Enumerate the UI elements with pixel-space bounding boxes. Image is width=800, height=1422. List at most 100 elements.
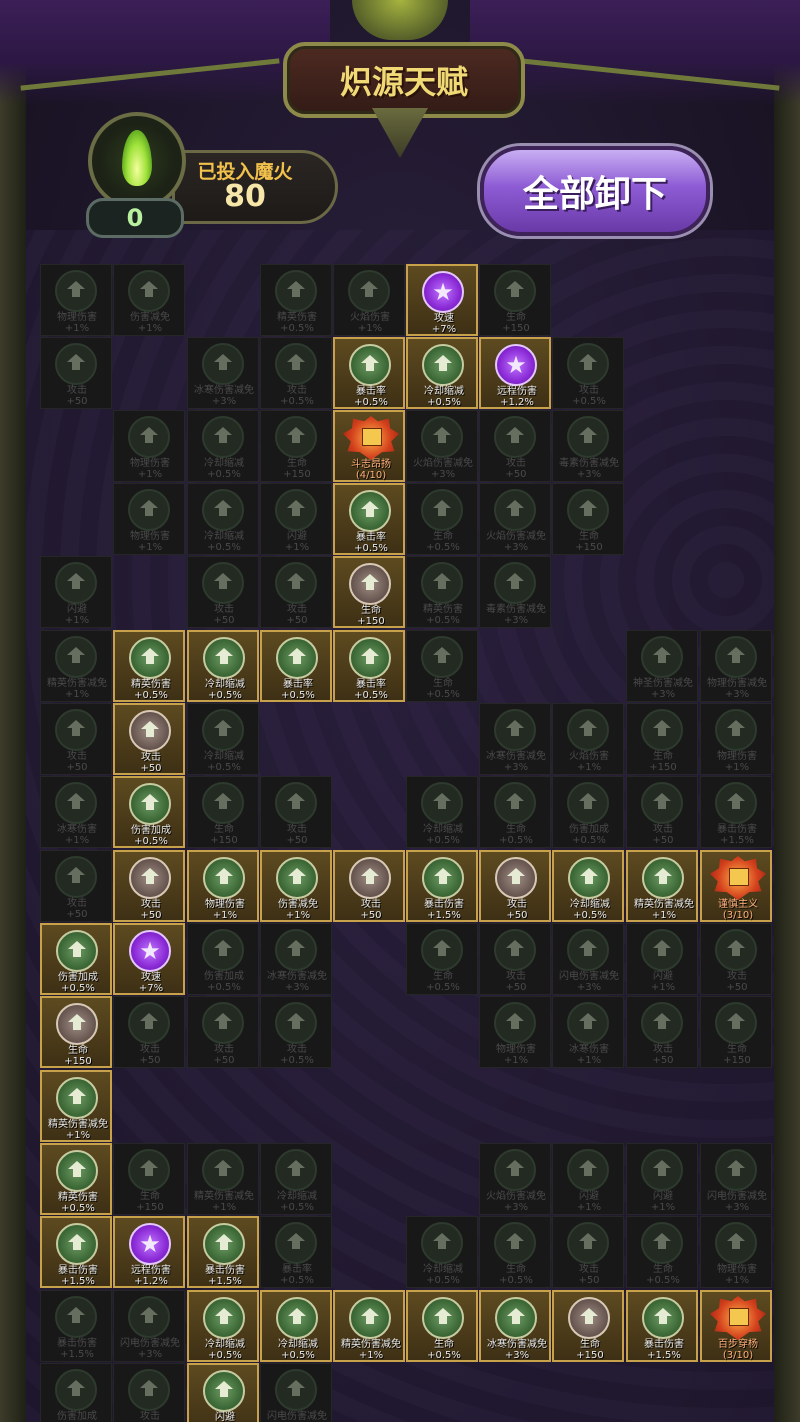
talent-node-t30[interactable]: 生命 +150 <box>333 556 405 628</box>
talent-node-t83[interactable]: 生命 +150 <box>700 996 772 1068</box>
talent-node-t56[interactable]: 暴击伤害 +1.5% <box>700 776 772 848</box>
talent-node-t59[interactable]: 物理伤害 +1% <box>187 850 259 922</box>
talent-node-t22[interactable]: 闪避 +1% <box>260 483 332 555</box>
talent-node-t29[interactable]: 攻击 +50 <box>260 556 332 628</box>
talent-node-t68[interactable]: ★ 攻速 +7% <box>113 923 185 995</box>
talent-node-t27[interactable]: 闪避 +1% <box>40 556 112 628</box>
talent-node-t32[interactable]: 毒素伤害减免 +3% <box>479 556 551 628</box>
talent-node-t49[interactable]: 伤害加成 +0.5% <box>113 776 185 848</box>
talent-node-t114[interactable]: 闪避 <box>187 1363 259 1422</box>
talent-node-t50[interactable]: 生命 +150 <box>187 776 259 848</box>
talent-node-t14[interactable]: 冷却缩减 +0.5% <box>187 410 259 482</box>
talent-node-t66[interactable]: 谨慎主义 (3/10) <box>700 850 772 922</box>
talent-node-t60[interactable]: 伤害减免 +1% <box>260 850 332 922</box>
talent-node-t45[interactable]: 火焰伤害 +1% <box>552 703 624 775</box>
talent-node-t53[interactable]: 生命 +0.5% <box>479 776 551 848</box>
talent-node-t5[interactable]: 生命 +150 <box>479 264 551 336</box>
talent-node-t103[interactable]: 闪电伤害减免 +3% <box>113 1290 185 1362</box>
talent-node-t15[interactable]: 生命 +150 <box>260 410 332 482</box>
talent-node-t4[interactable]: ★ 攻速 +7% <box>406 264 478 336</box>
talent-node-t46[interactable]: 生命 +150 <box>626 703 698 775</box>
talent-node-t58[interactable]: 攻击 +50 <box>113 850 185 922</box>
talent-node-t77[interactable]: 攻击 +50 <box>113 996 185 1068</box>
talent-node-t106[interactable]: 精英伤害减免 +1% <box>333 1290 405 1362</box>
talent-node-t9[interactable]: 暴击率 +0.5% <box>333 337 405 409</box>
talent-node-t80[interactable]: 物理伤害 +1% <box>479 996 551 1068</box>
talent-node-t24[interactable]: 生命 +0.5% <box>406 483 478 555</box>
talent-node-t12[interactable]: 攻击 +0.5% <box>552 337 624 409</box>
talent-node-t102[interactable]: 暴击伤害 +1.5% <box>40 1290 112 1362</box>
talent-node-t25[interactable]: 火焰伤害减免 +3% <box>479 483 551 555</box>
talent-node-t91[interactable]: 闪避 +1% <box>626 1143 698 1215</box>
talent-node-t99[interactable]: 攻击 +50 <box>552 1216 624 1288</box>
talent-node-t19[interactable]: 毒素伤害减免 +3% <box>552 410 624 482</box>
talent-node-t13[interactable]: 物理伤害 +1% <box>113 410 185 482</box>
talent-node-t111[interactable]: 百步穿杨 (3/10) <box>700 1290 772 1362</box>
talent-node-t74[interactable]: 闪避 +1% <box>626 923 698 995</box>
talent-node-t85[interactable]: 精英伤害 +0.5% <box>40 1143 112 1215</box>
talent-node-t113[interactable]: 攻击 <box>113 1363 185 1422</box>
talent-node-t92[interactable]: 闪电伤害减免 +3% <box>700 1143 772 1215</box>
talent-node-t108[interactable]: 冰寒伤害减免 +3% <box>479 1290 551 1362</box>
talent-node-t36[interactable]: 暴击率 +0.5% <box>260 630 332 702</box>
talent-node-t40[interactable]: 物理伤害减免 +3% <box>700 630 772 702</box>
talent-node-t78[interactable]: 攻击 +50 <box>187 996 259 1068</box>
talent-node-t44[interactable]: 冰寒伤害减免 +3% <box>479 703 551 775</box>
talent-node-t26[interactable]: 生命 +150 <box>552 483 624 555</box>
talent-node-t54[interactable]: 伤害加成 +0.5% <box>552 776 624 848</box>
talent-node-t115[interactable]: 闪电伤害减免 <box>260 1363 332 1422</box>
talent-node-t67[interactable]: 伤害加成 +0.5% <box>40 923 112 995</box>
talent-node-t21[interactable]: 冷却缩减 +0.5% <box>187 483 259 555</box>
talent-node-t65[interactable]: 精英伤害减免 +1% <box>626 850 698 922</box>
talent-node-t70[interactable]: 冰寒伤害减免 +3% <box>260 923 332 995</box>
talent-node-t37[interactable]: 暴击率 +0.5% <box>333 630 405 702</box>
talent-node-t52[interactable]: 冷却缩减 +0.5% <box>406 776 478 848</box>
talent-node-t6[interactable]: 攻击 +50 <box>40 337 112 409</box>
talent-node-t107[interactable]: 生命 +0.5% <box>406 1290 478 1362</box>
talent-node-t94[interactable]: ★ 远程伤害 +1.2% <box>113 1216 185 1288</box>
talent-node-t39[interactable]: 神圣伤害减免 +3% <box>626 630 698 702</box>
talent-node-t48[interactable]: 冰寒伤害 +1% <box>40 776 112 848</box>
talent-node-t73[interactable]: 闪电伤害减免 +3% <box>552 923 624 995</box>
talent-node-t84[interactable]: 精英伤害减免 +1% <box>40 1070 112 1142</box>
talent-node-t43[interactable]: 冷却缩减 +0.5% <box>187 703 259 775</box>
talent-node-t16[interactable]: 斗志昂扬 (4/10) <box>333 410 405 482</box>
talent-node-t71[interactable]: 生命 +0.5% <box>406 923 478 995</box>
talent-node-t104[interactable]: 冷却缩减 +0.5% <box>187 1290 259 1362</box>
talent-node-t1[interactable]: 伤害减免 +1% <box>113 264 185 336</box>
talent-node-t31[interactable]: 精英伤害 +0.5% <box>406 556 478 628</box>
talent-node-t23[interactable]: 暴击率 +0.5% <box>333 483 405 555</box>
talent-node-t41[interactable]: 攻击 +50 <box>40 703 112 775</box>
talent-node-t109[interactable]: 生命 +150 <box>552 1290 624 1362</box>
talent-node-t98[interactable]: 生命 +0.5% <box>479 1216 551 1288</box>
talent-node-t88[interactable]: 冷却缩减 +0.5% <box>260 1143 332 1215</box>
talent-node-t64[interactable]: 冷却缩减 +0.5% <box>552 850 624 922</box>
talent-node-t97[interactable]: 冷却缩减 +0.5% <box>406 1216 478 1288</box>
talent-node-t105[interactable]: 冷却缩减 +0.5% <box>260 1290 332 1362</box>
talent-node-t3[interactable]: 火焰伤害 +1% <box>333 264 405 336</box>
talent-node-t55[interactable]: 攻击 +50 <box>626 776 698 848</box>
talent-node-t112[interactable]: 伤害加成 <box>40 1363 112 1422</box>
unload-all-button[interactable]: 全部卸下 <box>480 146 710 236</box>
talent-node-t2[interactable]: 精英伤害 +0.5% <box>260 264 332 336</box>
talent-node-t0[interactable]: 物理伤害 +1% <box>40 264 112 336</box>
talent-node-t79[interactable]: 攻击 +0.5% <box>260 996 332 1068</box>
talent-node-t42[interactable]: 攻击 +50 <box>113 703 185 775</box>
talent-node-t51[interactable]: 攻击 +50 <box>260 776 332 848</box>
talent-node-t87[interactable]: 精英伤害减免 +1% <box>187 1143 259 1215</box>
talent-node-t86[interactable]: 生命 +150 <box>113 1143 185 1215</box>
talent-node-t20[interactable]: 物理伤害 +1% <box>113 483 185 555</box>
talent-node-t18[interactable]: 攻击 +50 <box>479 410 551 482</box>
talent-node-t11[interactable]: ★ 远程伤害 +1.2% <box>479 337 551 409</box>
talent-node-t101[interactable]: 物理伤害 +1% <box>700 1216 772 1288</box>
talent-node-t69[interactable]: 伤害加成 +0.5% <box>187 923 259 995</box>
talent-node-t110[interactable]: 暴击伤害 +1.5% <box>626 1290 698 1362</box>
talent-node-t95[interactable]: 暴击伤害 +1.5% <box>187 1216 259 1288</box>
talent-node-t34[interactable]: 精英伤害 +0.5% <box>113 630 185 702</box>
talent-node-t75[interactable]: 攻击 +50 <box>700 923 772 995</box>
talent-node-t62[interactable]: 暴击伤害 +1.5% <box>406 850 478 922</box>
talent-node-t76[interactable]: 生命 +150 <box>40 996 112 1068</box>
talent-node-t63[interactable]: 攻击 +50 <box>479 850 551 922</box>
talent-node-t57[interactable]: 攻击 +50 <box>40 850 112 922</box>
talent-node-t100[interactable]: 生命 +0.5% <box>626 1216 698 1288</box>
